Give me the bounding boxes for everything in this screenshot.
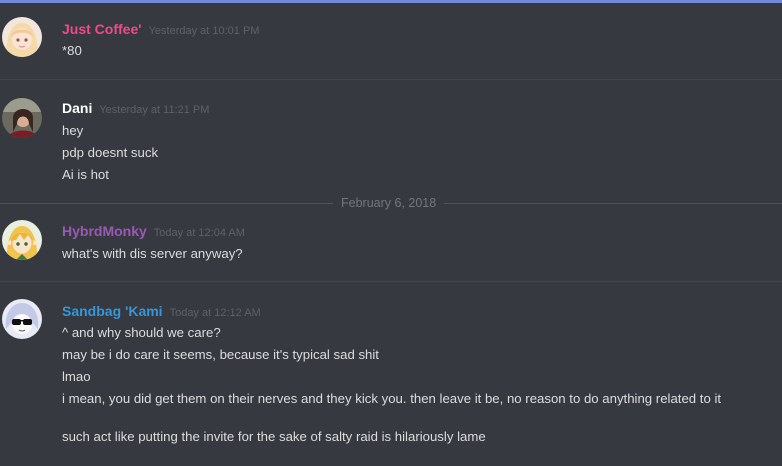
message-author[interactable]: Sandbag 'Kami Today at 12:12 AM [62, 302, 261, 322]
message-line: lmao [62, 369, 91, 384]
message-divider [0, 281, 782, 282]
message-line: such act like putting the invite for the… [62, 429, 486, 444]
author-name[interactable]: Dani [62, 100, 92, 116]
author-name[interactable]: Sandbag 'Kami [62, 303, 163, 319]
message-timestamp: Today at 12:04 AM [153, 227, 245, 239]
message-author[interactable]: HybrdMonky Today at 12:04 AM [62, 222, 245, 242]
message-line: ^ and why should we care? [62, 325, 221, 340]
author-name[interactable]: Just Coffee' [62, 21, 142, 37]
message-author[interactable]: Dani Yesterday at 11:21 PM [62, 99, 209, 119]
top-accent-bar [0, 0, 782, 3]
author-name[interactable]: HybrdMonky [62, 223, 147, 239]
user-avatar[interactable] [2, 220, 42, 260]
user-avatar[interactable] [2, 17, 42, 57]
message-line: hey [62, 123, 84, 138]
message-line: i mean, you did get them on their nerves… [62, 391, 722, 406]
message-line: pdp doesnt suck [62, 145, 159, 160]
message-line: *80 [62, 43, 82, 58]
message-timestamp: Yesterday at 11:21 PM [99, 104, 210, 116]
date-separator: February 6, 2018 [333, 195, 445, 211]
user-avatar[interactable] [2, 98, 42, 138]
message-timestamp: Yesterday at 10:01 PM [148, 25, 260, 37]
message-line: Ai is hot [62, 167, 109, 182]
message-timestamp: Today at 12:12 AM [169, 307, 261, 319]
chat-message-list: Just Coffee' Yesterday at 10:01 PM *80 Da… [0, 0, 782, 466]
user-avatar[interactable] [2, 299, 42, 339]
message-line: may be i do care it seems, because it's … [62, 347, 379, 362]
message-author[interactable]: Just Coffee' Yesterday at 10:01 PM [62, 20, 259, 40]
message-line: what's with dis server anyway? [62, 246, 243, 261]
message-divider [0, 79, 782, 80]
